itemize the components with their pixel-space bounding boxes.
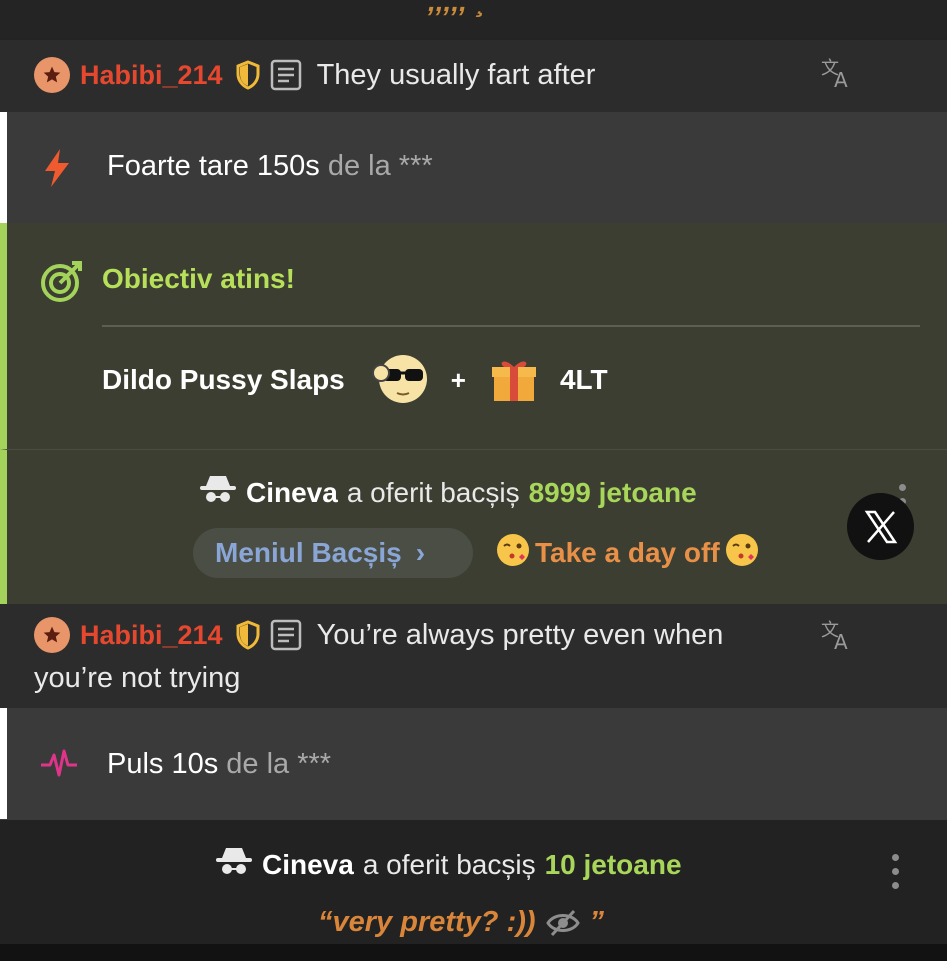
sunglasses-emoji-icon — [367, 351, 429, 409]
message-text: They usually fart after — [316, 58, 596, 91]
username[interactable]: Habibi_214 — [80, 620, 223, 651]
anonymous-spy-icon — [200, 474, 236, 511]
goal-name: Dildo Pussy Slaps — [102, 364, 345, 395]
x-close-icon[interactable] — [847, 493, 914, 560]
notification-main: Puls 10s — [107, 748, 219, 780]
notification-main: Foarte tare 150s — [107, 150, 320, 182]
tipper-name: Cineva — [246, 476, 338, 508]
notification-row: Foarte tare 150s de la *** — [0, 112, 947, 223]
target-icon — [40, 259, 84, 303]
tip-message-close: ” — [589, 906, 605, 938]
message-text: You’re always pretty even when — [316, 618, 724, 651]
username[interactable]: Habibi_214 — [80, 60, 223, 91]
pulse-icon — [40, 748, 78, 778]
plus-sign: + — [450, 364, 466, 395]
translate-icon[interactable]: 文A — [820, 620, 854, 652]
chat-panel: ,,,,, ¸ Habibi_214 They usually fart aft… — [0, 0, 947, 961]
kiss-emoji-icon — [495, 532, 531, 573]
notes-icon[interactable] — [269, 58, 303, 92]
tipper-name: Cineva — [262, 848, 354, 880]
more-options-icon[interactable] — [892, 854, 899, 889]
tip-item-text: Take a day off — [535, 536, 720, 568]
tip-menu-item: Take a day off — [495, 532, 760, 573]
notification-row: Puls 10s de la *** — [0, 708, 947, 819]
goal-amount: 4LT — [559, 364, 608, 395]
tip-verb: a oferit bacșiș — [362, 848, 536, 880]
tip-menu-label: Meniul Bacșiș — [215, 537, 402, 568]
partial-text: ,,,,, ¸ — [428, 0, 484, 17]
chat-message[interactable]: Habibi_214 They usually fart after 文A — [0, 40, 947, 112]
tip-menu-button[interactable]: Meniul Bacșiș › — [193, 528, 473, 578]
message-text-continued: you’re not trying — [34, 662, 241, 694]
tip-message-text: “very pretty? :)) — [318, 906, 536, 938]
notification-muted: de la *** — [226, 748, 332, 780]
chevron-right-icon: › — [415, 537, 426, 568]
svg-text:A: A — [834, 68, 848, 90]
goal-reached-card: Obiectiv atins! Dildo Pussy Slaps + 4LT — [0, 223, 947, 449]
shield-icon — [235, 620, 261, 650]
gift-icon — [490, 357, 538, 403]
tip-amount: 10 jetoane — [544, 848, 682, 880]
chat-message[interactable]: Habibi_214 You’re always pretty even whe… — [0, 604, 947, 708]
bottom-edge — [0, 944, 947, 961]
notification-muted: de la *** — [327, 150, 433, 182]
tip-card: Cineva a oferit bacșiș 8999 jetoane Meni… — [0, 449, 947, 604]
tip-message: “very pretty? :)) ” — [318, 906, 604, 939]
divider — [102, 325, 920, 327]
kiss-emoji-icon — [724, 532, 760, 573]
eye-off-icon[interactable] — [545, 909, 580, 937]
lightning-icon — [40, 148, 74, 188]
svg-text:A: A — [834, 630, 848, 652]
anonymous-spy-icon — [216, 846, 252, 883]
tip-card: Cineva a oferit bacșiș 10 jetoane “very … — [0, 819, 947, 944]
star-badge-icon — [34, 617, 70, 653]
goal-title: Obiectiv atins! — [102, 263, 295, 294]
tip-verb: a oferit bacșiș — [346, 476, 520, 508]
translate-icon[interactable]: 文A — [820, 58, 854, 90]
shield-icon — [235, 60, 261, 90]
tip-amount: 8999 jetoane — [528, 476, 697, 508]
previous-message-partial: ,,,,, ¸ — [0, 0, 947, 38]
star-badge-icon — [34, 57, 70, 93]
notes-icon[interactable] — [269, 618, 303, 652]
